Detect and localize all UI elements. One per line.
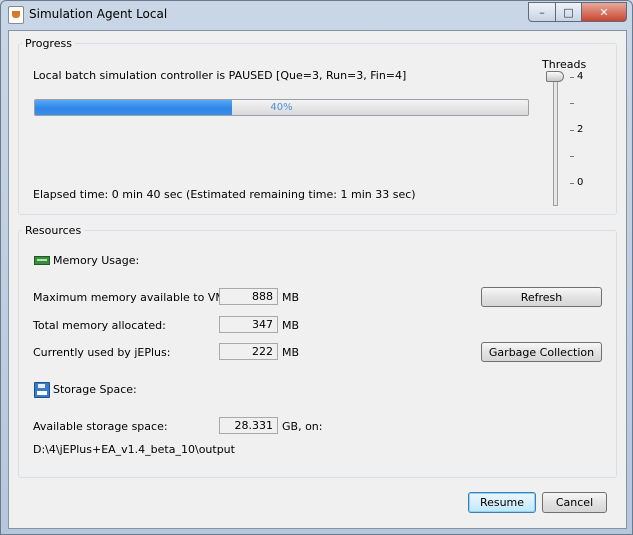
output-path: D:\4\jEPlus+EA_v1.4_beta_10\output	[33, 443, 235, 456]
progress-percent: 40%	[270, 102, 293, 113]
title-bar[interactable]: Simulation Agent Local – □ ✕	[1, 1, 632, 29]
memory-usage-heading: Memory Usage:	[53, 254, 140, 267]
app-window: Simulation Agent Local – □ ✕ Progress Lo…	[0, 0, 633, 535]
dialog-body: Progress Local batch simulation controll…	[8, 30, 627, 529]
floppy-disk-icon	[34, 382, 50, 398]
threads-slider-group: Threads 4 2 0	[532, 53, 594, 206]
minimize-icon: –	[539, 5, 545, 19]
tick-label-max: 4	[577, 71, 584, 82]
minimize-button[interactable]: –	[528, 2, 556, 22]
tick-label-mid: 2	[577, 124, 584, 135]
progress-legend: Progress	[25, 37, 72, 50]
used-memory-value: 222	[219, 343, 278, 360]
memory-chip-icon	[34, 256, 50, 265]
max-memory-label: Maximum memory available to VM:	[33, 291, 229, 304]
garbage-collection-button[interactable]: Garbage Collection	[481, 342, 602, 362]
threads-label: Threads	[542, 58, 587, 71]
maximize-icon: □	[563, 5, 574, 19]
tick-label-min: 0	[577, 177, 584, 188]
threads-slider-track[interactable]	[553, 77, 558, 206]
total-memory-label: Total memory allocated:	[33, 319, 166, 332]
max-memory-value: 888	[219, 288, 278, 305]
progress-bar: 40%	[34, 99, 529, 116]
total-memory-value: 347	[219, 316, 278, 333]
available-storage-value: 28.331	[219, 417, 278, 434]
total-memory-unit: MB	[282, 319, 300, 332]
slider-tick	[570, 183, 574, 184]
used-memory-label: Currently used by jEPlus:	[33, 346, 171, 359]
resources-legend: Resources	[25, 224, 82, 237]
threads-slider-thumb[interactable]	[546, 71, 564, 82]
close-button[interactable]: ✕	[581, 2, 627, 22]
window-title: Simulation Agent Local	[29, 7, 168, 21]
maximize-button[interactable]: □	[555, 2, 582, 22]
slider-tick	[570, 103, 574, 104]
refresh-button[interactable]: Refresh	[481, 287, 602, 307]
available-storage-label: Available storage space:	[33, 420, 168, 433]
available-storage-unit: GB, on:	[282, 420, 323, 433]
status-text: Local batch simulation controller is PAU…	[33, 69, 407, 82]
cancel-button[interactable]: Cancel	[542, 492, 607, 513]
java-cup-icon	[8, 6, 24, 24]
slider-tick	[570, 156, 574, 157]
slider-tick	[570, 130, 574, 131]
used-memory-unit: MB	[282, 346, 300, 359]
close-icon: ✕	[599, 5, 609, 19]
slider-tick	[570, 77, 574, 78]
elapsed-time: Elapsed time: 0 min 40 sec (Estimated re…	[33, 188, 416, 201]
max-memory-unit: MB	[282, 291, 300, 304]
storage-space-heading: Storage Space:	[53, 383, 137, 396]
resume-button[interactable]: Resume	[468, 492, 536, 513]
